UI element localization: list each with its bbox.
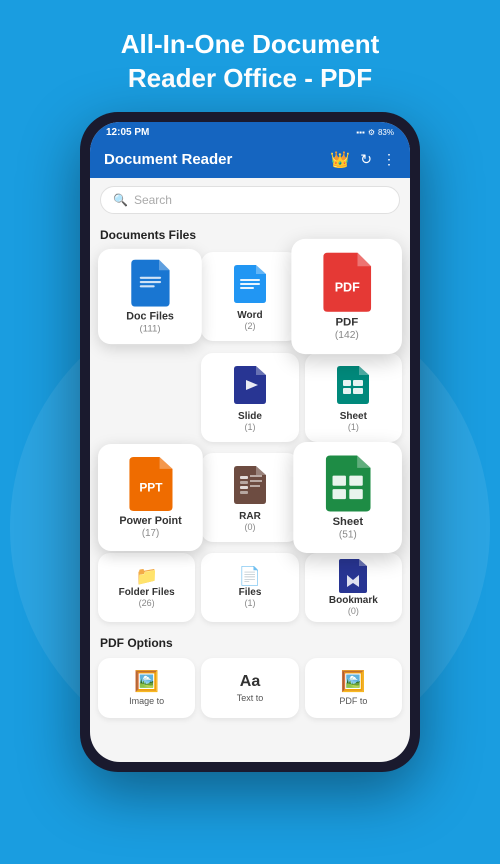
pdf-to-card[interactable]: 🖼️ PDF to (305, 658, 402, 718)
status-icons: ▪▪▪ ⚙ 83% (356, 128, 394, 137)
word-icon (232, 262, 268, 306)
files-count: (1) (244, 598, 255, 608)
slide-label: Slide (238, 411, 262, 422)
status-bar: 12:05 PM ▪▪▪ ⚙ 83% (90, 122, 410, 144)
pdf-icon: PDF (323, 252, 371, 311)
pdf-to-label: PDF to (339, 696, 367, 706)
battery-icon: 83% (378, 128, 394, 137)
svg-text:PPT: PPT (139, 480, 163, 494)
phone-mockup: 12:05 PM ▪▪▪ ⚙ 83% Document Reader 👑 ↻ ⋮… (0, 112, 500, 772)
search-bar[interactable]: 🔍 Search (100, 186, 400, 214)
rar-label: RAR (239, 511, 261, 522)
pdf-label: PDF (335, 316, 358, 329)
files-card[interactable]: 📄 Files (1) (201, 553, 298, 622)
doc-icon (131, 259, 170, 306)
scroll-content[interactable]: Documents Files (90, 222, 410, 762)
app-title: All-In-One Document Reader Office - PDF (0, 0, 500, 112)
slide-card[interactable]: Slide (1) (201, 353, 298, 442)
more-options-icon[interactable]: ⋮ (382, 151, 396, 168)
sheet-small-card[interactable]: Sheet (1) (305, 353, 402, 442)
bookmark-card[interactable]: Bookmark (0) (305, 553, 402, 622)
word-count: (2) (244, 321, 255, 331)
pdf-options-section-title: PDF Options (98, 630, 402, 654)
image-to-label: Image to (129, 696, 164, 706)
ppt-icon: PPT (129, 457, 172, 511)
image-to-icon: 🖼️ (134, 669, 159, 694)
sheet-small-count: (1) (348, 422, 359, 432)
pdf-to-icon: 🖼️ (341, 669, 366, 694)
app-header: Document Reader 👑 ↻ ⋮ (90, 144, 410, 178)
search-placeholder: Search (134, 193, 172, 207)
slide-icon (232, 363, 268, 407)
folder-icon: 📁 (135, 566, 157, 587)
sheet-small-label: Sheet (340, 411, 367, 422)
text-to-card[interactable]: Aa Text to (201, 658, 298, 718)
rar-icon (232, 463, 268, 507)
slide-count: (1) (244, 422, 255, 432)
pdf-count: (142) (335, 329, 359, 340)
crown-icon[interactable]: 👑 (330, 150, 350, 170)
ppt-card[interactable]: PPT Power Point (17) (98, 444, 203, 551)
svg-text:PDF: PDF (334, 280, 359, 294)
pdf-options-row: 🖼️ Image to Aa Text to 🖼️ PDF to (98, 658, 402, 718)
files-icon: 📄 (239, 566, 261, 587)
bookmark-count: (0) (348, 606, 359, 616)
sheet-large-count: (51) (339, 528, 357, 539)
folder-count: (26) (139, 598, 155, 608)
title-line2: Reader Office - PDF (128, 63, 372, 93)
pdf-card[interactable]: PDF PDF (142) (291, 239, 402, 354)
text-to-icon: Aa (240, 673, 260, 691)
bookmark-icon (339, 559, 367, 593)
rar-card[interactable]: RAR (0) (201, 453, 298, 542)
bookmark-label: Bookmark (329, 595, 378, 606)
status-time: 12:05 PM (106, 127, 149, 138)
ppt-label: Power Point (119, 515, 181, 527)
folder-label: Folder Files (119, 587, 175, 598)
header-icons: 👑 ↻ ⋮ (330, 150, 396, 170)
text-to-label: Text to (237, 693, 264, 703)
sheet-large-card[interactable]: Sheet (51) (293, 442, 402, 553)
ppt-count: (17) (142, 527, 159, 538)
doc-files-label: Doc Files (126, 311, 174, 323)
signal-icon: ▪▪▪ (356, 128, 365, 137)
sheet-large-icon (325, 455, 370, 511)
phone-screen: 12:05 PM ▪▪▪ ⚙ 83% Document Reader 👑 ↻ ⋮… (90, 122, 410, 762)
refresh-icon[interactable]: ↻ (360, 151, 372, 168)
files-label: Files (239, 587, 262, 598)
word-label: Word (237, 310, 262, 321)
app-header-title: Document Reader (104, 151, 232, 168)
sheet-large-label: Sheet (332, 516, 363, 528)
folder-card[interactable]: 📁 Folder Files (26) (98, 553, 195, 622)
search-icon: 🔍 (113, 193, 128, 207)
doc-files-card[interactable]: Doc Files (111) (98, 248, 202, 343)
rar-count: (0) (244, 522, 255, 532)
doc-files-count: (111) (140, 322, 161, 333)
title-line1: All-In-One Document (121, 29, 380, 59)
phone-frame: 12:05 PM ▪▪▪ ⚙ 83% Document Reader 👑 ↻ ⋮… (80, 112, 420, 772)
sheet-small-icon (335, 363, 371, 407)
word-card[interactable]: Word (2) (201, 252, 298, 341)
wifi-icon: ⚙ (368, 128, 375, 137)
image-to-card[interactable]: 🖼️ Image to (98, 658, 195, 718)
